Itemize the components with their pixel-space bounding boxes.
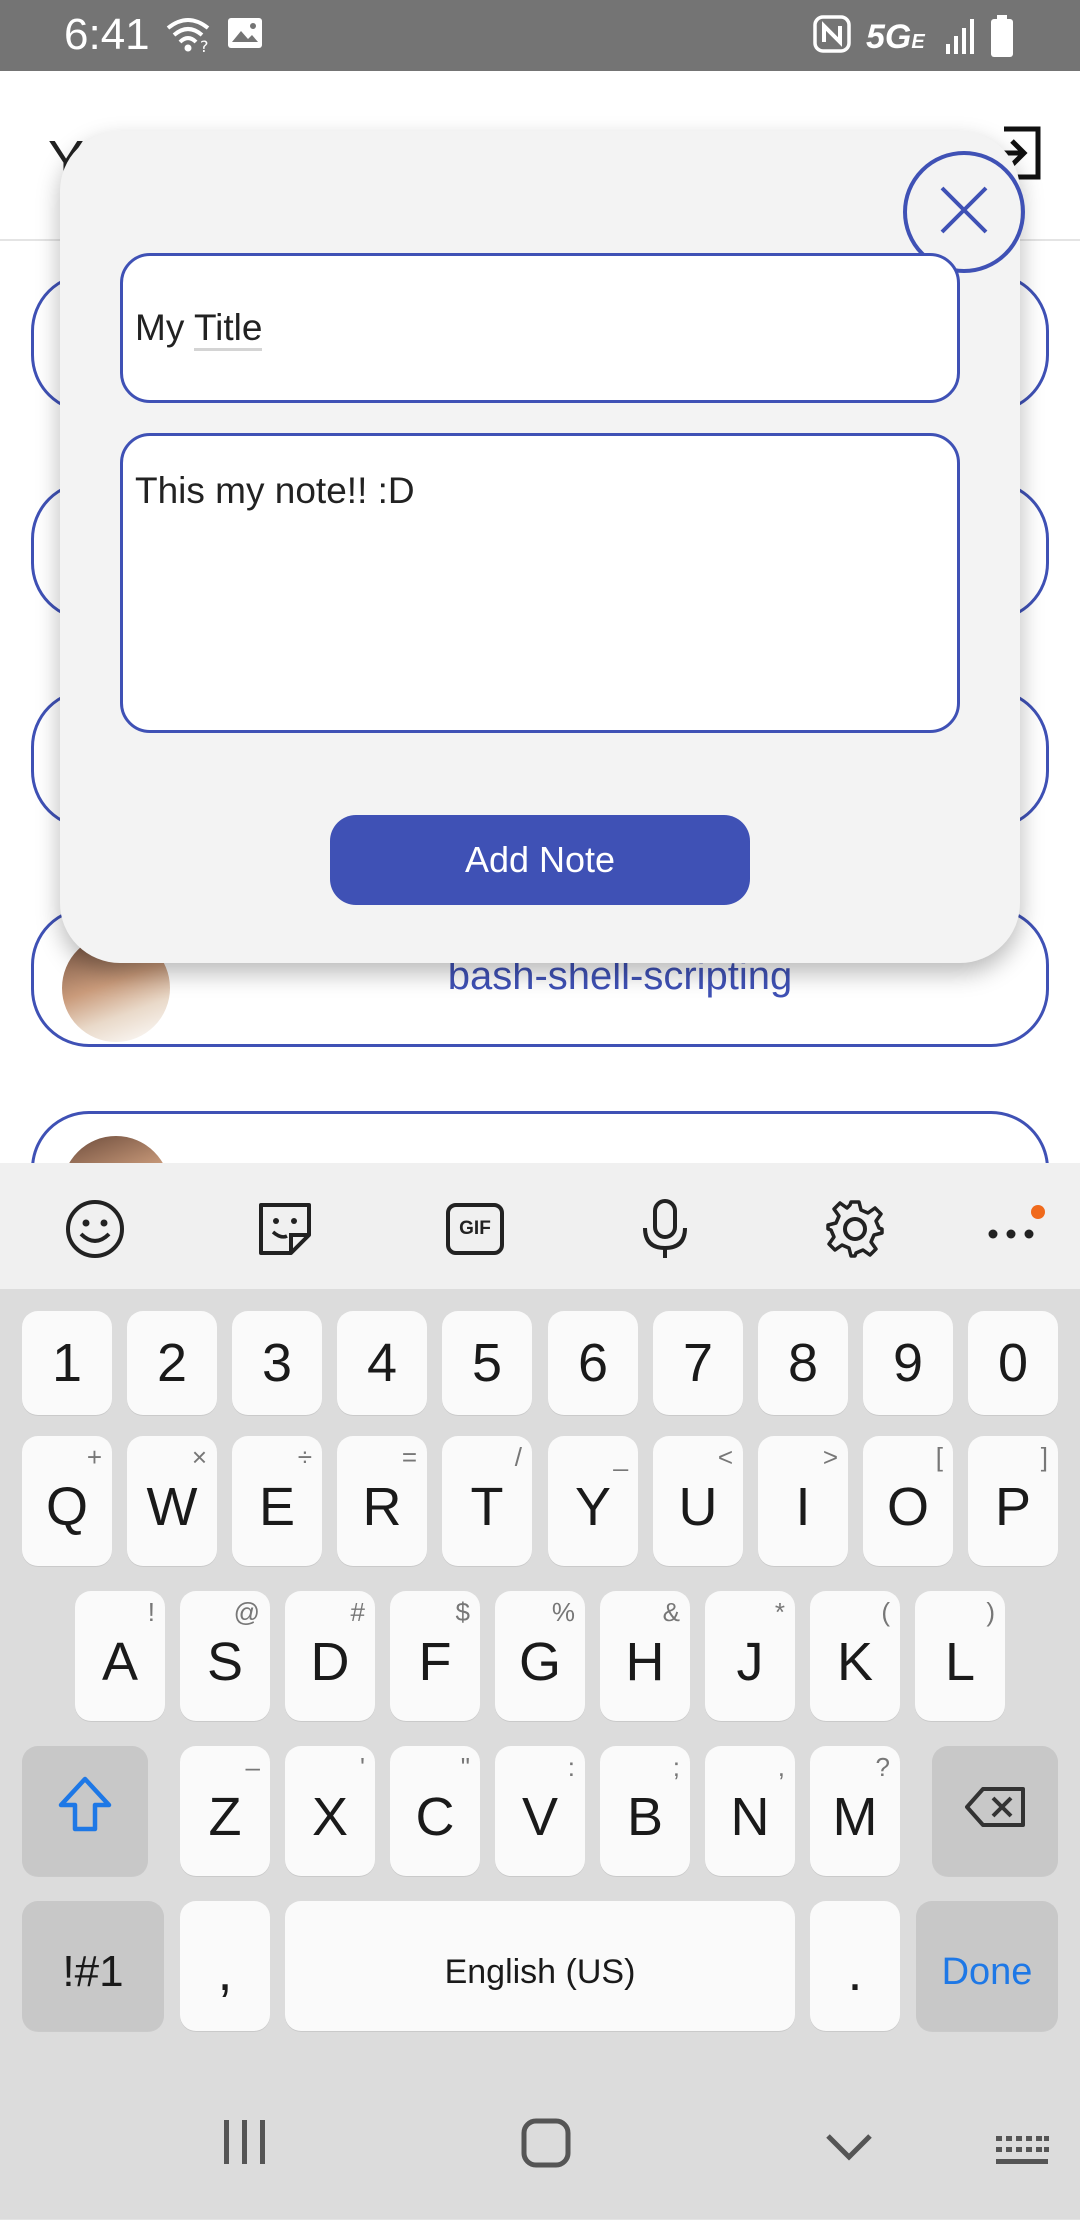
backspace-key[interactable] [932,1746,1058,1876]
home-icon[interactable] [521,2118,571,2173]
key-r[interactable]: = R [337,1436,427,1566]
emoji-icon[interactable] [62,1196,128,1262]
wifi-question-icon: ? [164,14,212,59]
key-m[interactable]: ? M [810,1746,900,1876]
sticker-icon[interactable] [252,1196,318,1262]
key-u[interactable]: < U [653,1436,743,1566]
backspace-icon [963,1780,1027,1842]
battery-icon [989,14,1015,63]
add-note-button[interactable]: Add Note [330,815,750,905]
key-n[interactable]: ,N [705,1746,795,1876]
back-chevron-icon[interactable] [824,2132,874,2167]
key-o[interactable]: [O [863,1436,953,1566]
image-icon [226,14,264,57]
key-6[interactable]: 6 [548,1311,638,1415]
space-key[interactable]: English (US) [285,1901,795,2031]
key-f[interactable]: $ F [390,1591,480,1721]
shift-icon [57,1775,113,1848]
nfc-icon [812,14,852,59]
shift-key[interactable] [22,1746,148,1876]
list-item[interactable] [31,1111,1049,1163]
key-4[interactable]: 4 [337,1311,427,1415]
title-input-prefix: My [135,307,194,348]
keyboard-toolbar: GIF [0,1163,1080,1289]
status-time: 6:41 [64,10,150,59]
key-d[interactable]: # D [285,1591,375,1721]
key-5[interactable]: 5 [442,1311,532,1415]
title-input-word: Title [193,307,263,351]
symbols-key[interactable]: !#1 [22,1901,164,2031]
key-8[interactable]: 8 [758,1311,848,1415]
key-2[interactable]: 2 [127,1311,217,1415]
gif-label: GIF [459,1218,491,1239]
key-7[interactable]: 7 [653,1311,743,1415]
key-t[interactable]: / T [442,1436,532,1566]
add-note-label: Add Note [464,839,616,880]
key-w[interactable]: × W [127,1436,217,1566]
key-1[interactable]: 1 [22,1311,112,1415]
key-k[interactable]: (K [810,1591,900,1721]
key-b[interactable]: ; B [600,1746,690,1876]
key-i[interactable]: > I [758,1436,848,1566]
key-y[interactable]: _ Y [548,1436,638,1566]
key-x[interactable]: ' X [285,1746,375,1876]
key-g[interactable]: % G [495,1591,585,1721]
more-icon[interactable] [982,1196,1048,1262]
title-input[interactable]: My Title [120,253,960,403]
key-c[interactable]: " C [390,1746,480,1876]
key-3[interactable]: 3 [232,1311,322,1415]
avatar [62,1136,170,1163]
note-body-value: This my note!! :D [135,470,415,511]
key-q[interactable]: + Q [22,1436,112,1566]
key-j[interactable]: * J [705,1591,795,1721]
key-a[interactable]: ! A [75,1591,165,1721]
key-v[interactable]: :V [495,1746,585,1876]
gif-icon[interactable]: GIF [442,1196,508,1262]
key-9[interactable]: 9 [863,1311,953,1415]
svg-text:?: ? [200,37,209,54]
key-z[interactable]: – Z [180,1746,270,1876]
comma-key[interactable]: , [180,1901,270,2031]
microphone-icon[interactable] [632,1196,698,1262]
done-key[interactable]: Done [916,1901,1058,2031]
network-type: 5GE [866,18,925,56]
close-circle-icon [934,180,994,245]
key-0[interactable]: 0 [968,1311,1058,1415]
recents-icon[interactable] [222,2118,268,2171]
period-key[interactable]: . [810,1901,900,2031]
key-p[interactable]: ] P [968,1436,1058,1566]
signal-icon [944,16,978,61]
add-note-dialog: My Title This my note!! :D Add Note [60,131,1025,963]
status-bar: 6:41 ? 5GE [0,0,1080,71]
settings-icon[interactable] [822,1196,888,1262]
key-h[interactable]: & H [600,1591,690,1721]
keyboard-switch-icon[interactable] [994,2134,1050,2173]
key-e[interactable]: ÷ E [232,1436,322,1566]
note-body-textarea[interactable]: This my note!! :D [120,433,960,733]
key-s[interactable]: @ S [180,1591,270,1721]
key-l[interactable]: ) L [915,1591,1005,1721]
